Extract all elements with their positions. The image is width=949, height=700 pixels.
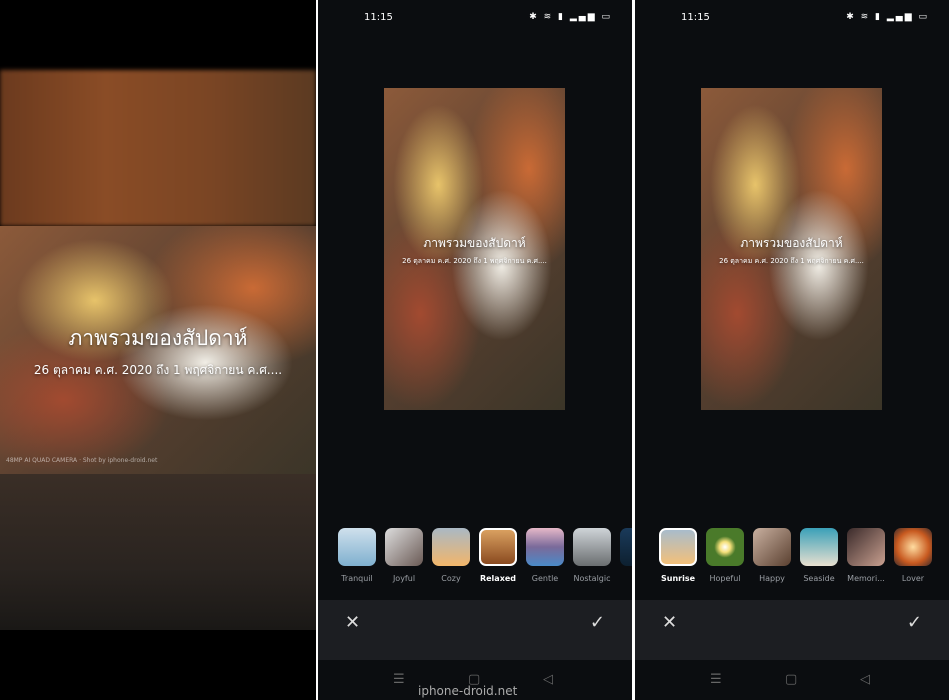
- video-date-range: 26 ตุลาคม ค.ศ. 2020 ถึง 1 พฤศจิกายน ค.ศ.…: [402, 257, 547, 265]
- filter-thumbnail: [847, 528, 885, 566]
- navigation-bar: ☰ ▢ ◁: [635, 660, 949, 700]
- filter-label: Nostalgic: [573, 574, 611, 583]
- filter-relaxed[interactable]: Relaxed: [478, 528, 518, 583]
- filter-happy[interactable]: Happy: [752, 528, 792, 583]
- filter-nostalgic[interactable]: Nostalgic: [572, 528, 612, 583]
- menu-icon[interactable]: ☰: [710, 672, 722, 687]
- filter-thumbnail: [659, 528, 697, 566]
- status-icons: ✱ ≋ ▮ ▂▄▆ ▭: [529, 12, 612, 22]
- filter-thumbnail: [479, 528, 517, 566]
- video-title: ภาพรวมของสัปดาห์: [740, 236, 843, 250]
- video-date-range: 26 ตุลาคม ค.ศ. 2020 ถึง 1 พฤศจิกายน ค.ศ.…: [33, 363, 283, 377]
- video-title: ภาพรวมของสัปดาห์: [423, 236, 526, 250]
- filter-sunrise[interactable]: Sunrise: [658, 528, 698, 583]
- status-icons: ✱ ≋ ▮ ▂▄▆ ▭: [846, 12, 929, 22]
- status-time: 11:15: [681, 12, 710, 23]
- filter-label: Hopeful: [709, 574, 741, 583]
- filter-lover[interactable]: Lover: [893, 528, 933, 583]
- check-icon[interactable]: ✓: [590, 612, 605, 633]
- filter-label: Relaxed: [479, 574, 517, 583]
- filter-hopeful[interactable]: Hopeful: [705, 528, 745, 583]
- filter-thumbnail: [573, 528, 611, 566]
- filter-label: Memori...: [847, 574, 885, 583]
- preview-photo[interactable]: ภาพรวมของสัปดาห์ 26 ตุลาคม ค.ศ. 2020 ถึง…: [701, 88, 882, 410]
- video-title: ภาพรวมของสัปดาห์: [68, 326, 248, 350]
- filter-memori[interactable]: Memori...: [846, 528, 886, 583]
- blurred-background-bottom: [0, 474, 316, 630]
- filter-label: Joyful: [392, 574, 416, 583]
- theme-editor-panel: 11:15 ✱ ≋ ▮ ▂▄▆ ▭ ภาพรวมของสัปดาห์ 26 ตุ…: [318, 0, 632, 700]
- filter-joyful[interactable]: Joyful: [384, 528, 424, 583]
- status-bar: 11:15 ✱ ≋ ▮ ▂▄▆ ▭: [635, 12, 949, 28]
- filter-label: Gentle: [531, 574, 559, 583]
- site-watermark: iphone-droid.net: [418, 684, 518, 698]
- filter-thumbnail: [385, 528, 423, 566]
- filter-label: Tranquil: [341, 574, 373, 583]
- filter-seaside[interactable]: Seaside: [799, 528, 839, 583]
- filter-thumbnail: [800, 528, 838, 566]
- back-icon[interactable]: ◁: [543, 672, 553, 687]
- filter-cozy[interactable]: Cozy: [431, 528, 471, 583]
- action-bar: ✕ ✓: [635, 600, 949, 660]
- status-bar: 11:15 ✱ ≋ ▮ ▂▄▆ ▭: [318, 12, 632, 28]
- filter-f[interactable]: F: [619, 528, 632, 583]
- theme-editor-panel: 11:15 ✱ ≋ ▮ ▂▄▆ ▭ ภาพรวมของสัปดาห์ 26 ตุ…: [635, 0, 949, 700]
- camera-watermark: 48MP AI QUAD CAMERA · Shot by iphone-dro…: [6, 457, 158, 464]
- filter-thumbnail: [338, 528, 376, 566]
- preview-photo[interactable]: ภาพรวมของสัปดาห์ 26 ตุลาคม ค.ศ. 2020 ถึง…: [384, 88, 565, 410]
- filter-strip[interactable]: Tranquil Joyful Cozy Relaxed Gentle Nostalgic…: [318, 528, 632, 588]
- close-icon[interactable]: ✕: [662, 612, 677, 633]
- filter-thumbnail: [526, 528, 564, 566]
- status-time: 11:15: [364, 12, 393, 23]
- filter-tranquil[interactable]: Tranquil: [337, 528, 377, 583]
- home-icon[interactable]: ▢: [785, 672, 797, 687]
- filter-strip[interactable]: Sunrise Hopeful Happy Seaside Memori... Lover: [635, 528, 949, 588]
- menu-icon[interactable]: ☰: [393, 672, 405, 687]
- filter-thumbnail: [753, 528, 791, 566]
- fullscreen-preview-panel: ภาพรวมของสัปดาห์ 26 ตุลาคม ค.ศ. 2020 ถึง…: [0, 0, 316, 700]
- check-icon[interactable]: ✓: [907, 612, 922, 633]
- filter-label: Sunrise: [660, 574, 696, 583]
- action-bar: ✕ ✓: [318, 600, 632, 660]
- blurred-background-top: [0, 70, 316, 226]
- back-icon[interactable]: ◁: [860, 672, 870, 687]
- close-icon[interactable]: ✕: [345, 612, 360, 633]
- preview-photo: ภาพรวมของสัปดาห์ 26 ตุลาคม ค.ศ. 2020 ถึง…: [0, 226, 316, 474]
- filter-label: Happy: [759, 574, 785, 583]
- filter-thumbnail: [706, 528, 744, 566]
- filter-thumbnail: [894, 528, 932, 566]
- filter-label: F: [619, 574, 632, 583]
- filter-gentle[interactable]: Gentle: [525, 528, 565, 583]
- filter-label: Seaside: [803, 574, 835, 583]
- filter-label: Lover: [901, 574, 925, 583]
- filter-label: Cozy: [441, 574, 461, 583]
- filter-thumbnail: [432, 528, 470, 566]
- filter-thumbnail: [620, 528, 632, 566]
- video-date-range: 26 ตุลาคม ค.ศ. 2020 ถึง 1 พฤศจิกายน ค.ศ.…: [719, 257, 864, 265]
